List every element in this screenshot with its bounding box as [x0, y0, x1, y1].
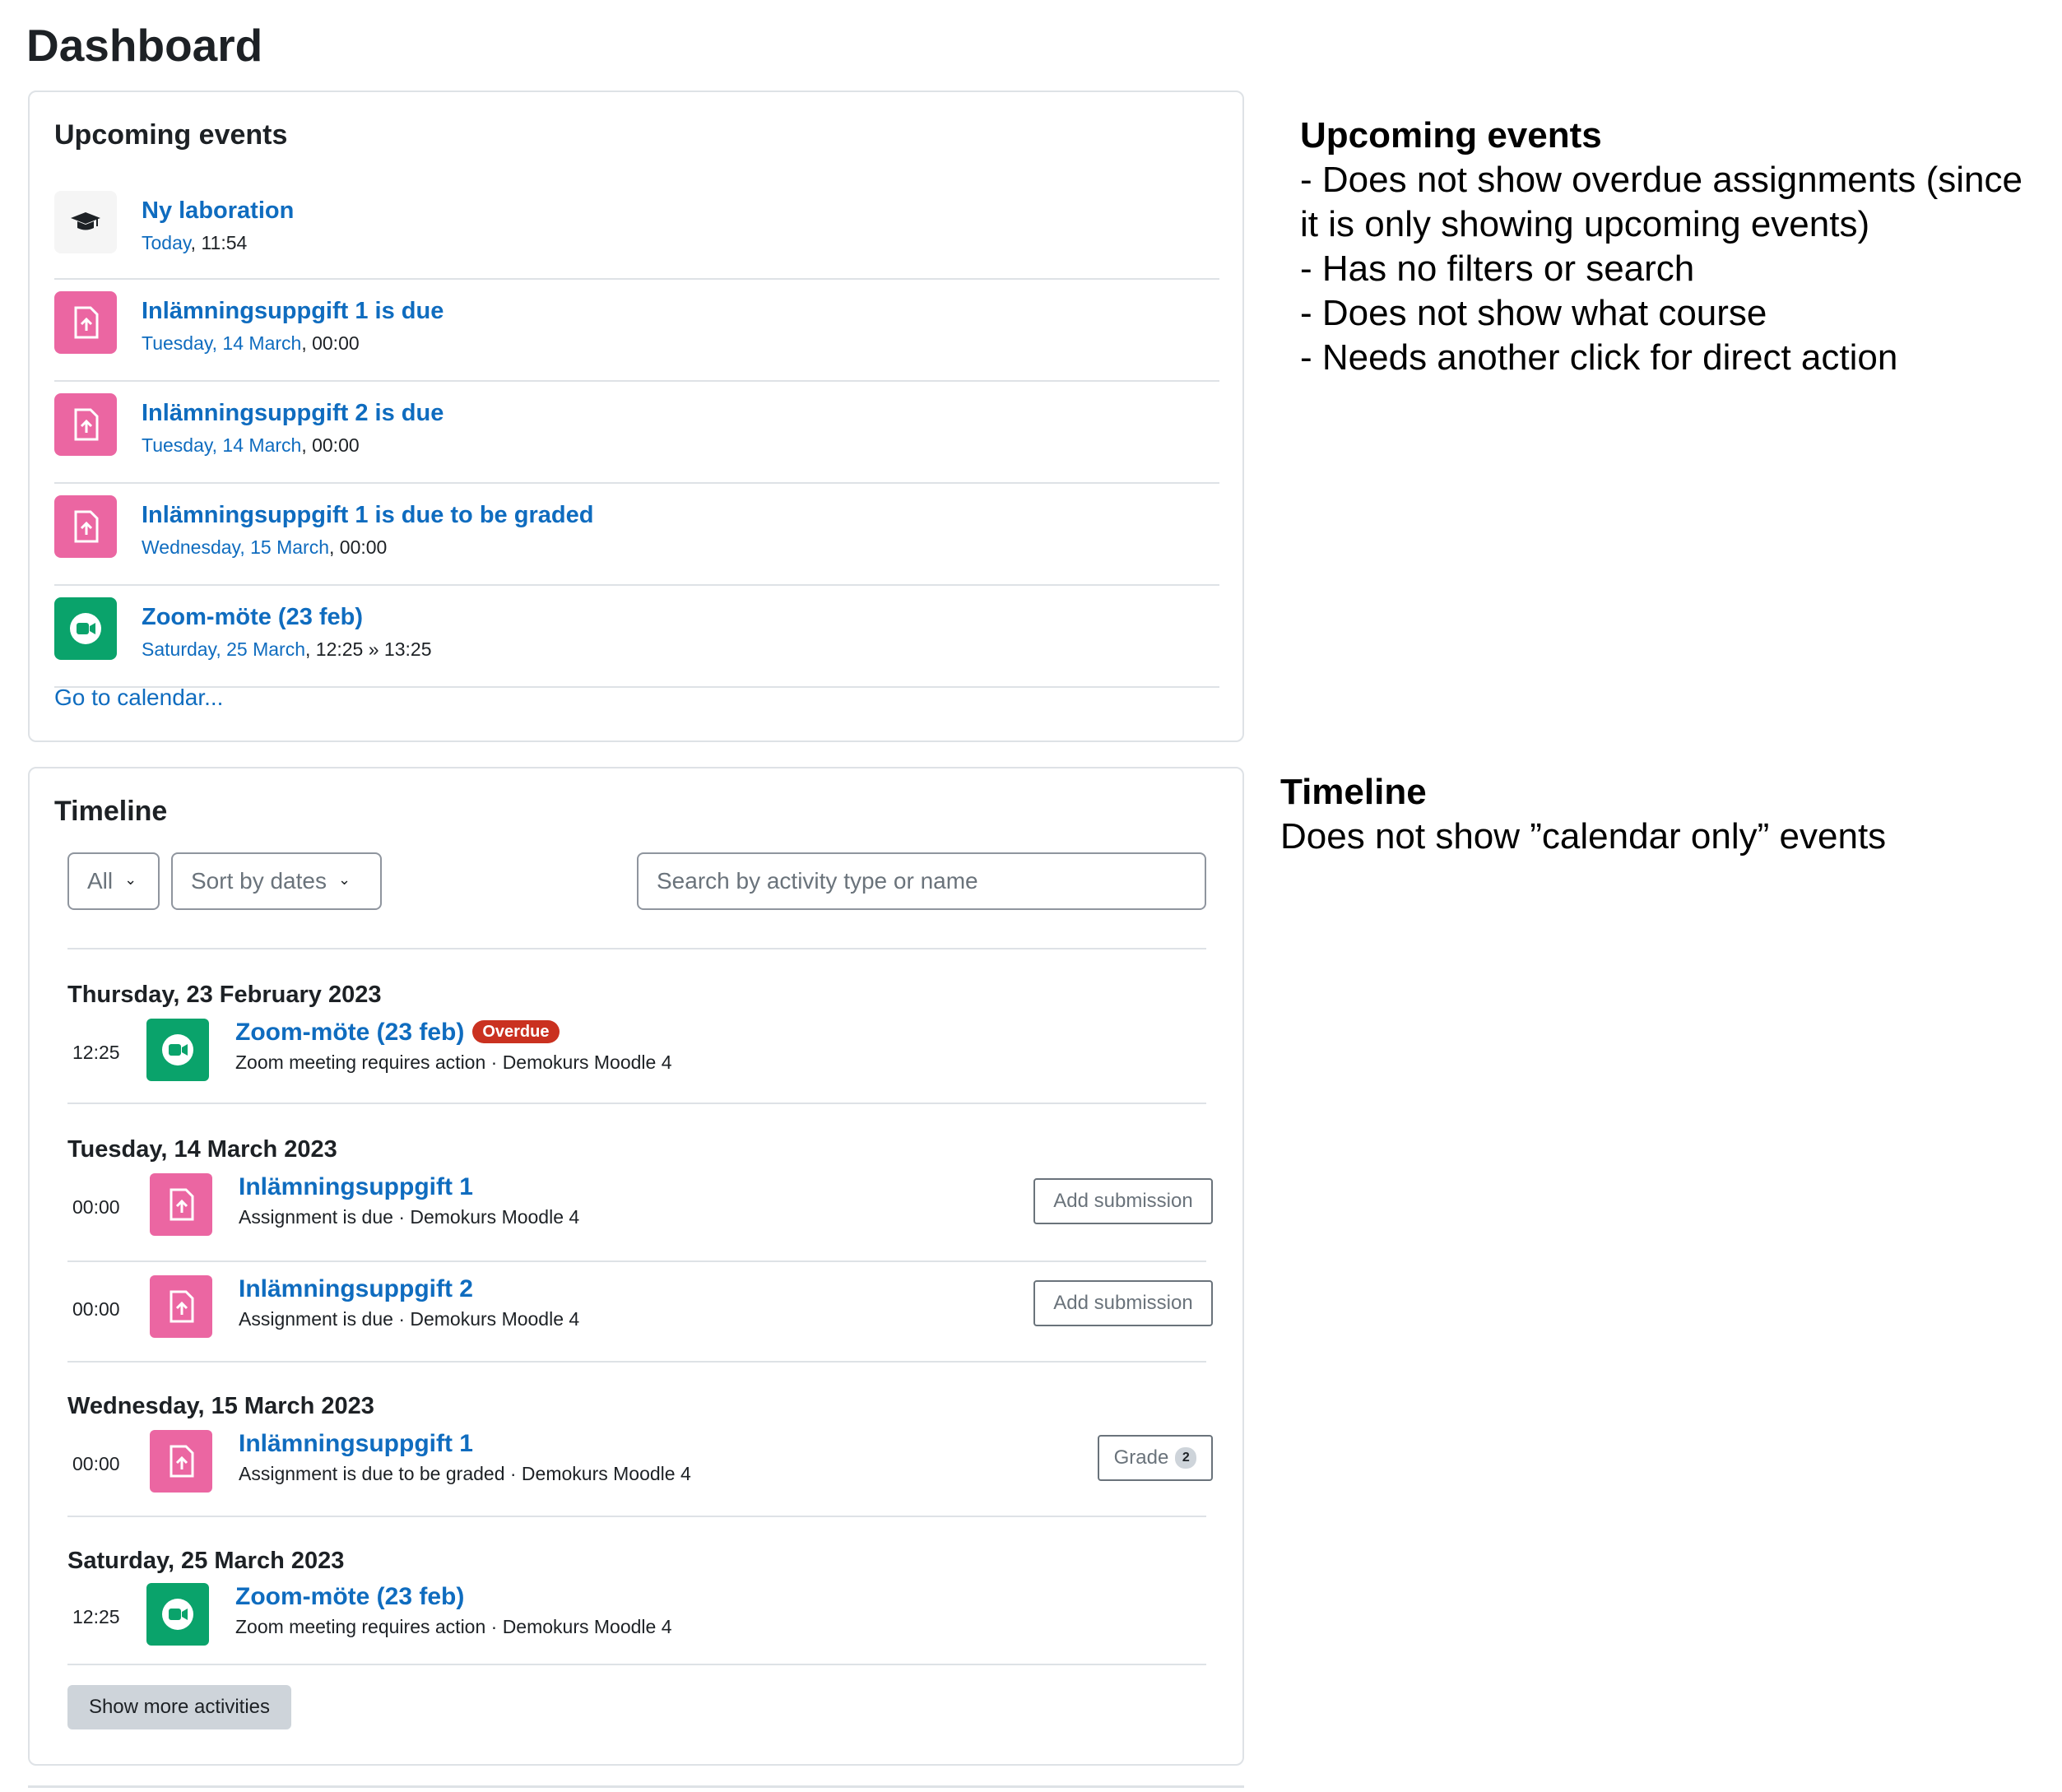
show-more-activities-button[interactable]: Show more activities — [67, 1685, 291, 1729]
upcoming-event-link[interactable]: Zoom-möte (23 feb) — [142, 602, 363, 632]
overdue-badge: Overdue — [472, 1020, 560, 1043]
upcoming-events-title: Upcoming events — [54, 119, 288, 151]
note-title: Timeline — [1280, 772, 1427, 812]
assignment-icon — [54, 495, 117, 558]
divider — [28, 1785, 1244, 1788]
timeline-date-heading: Tuesday, 14 March 2023 — [67, 1136, 337, 1163]
assignment-icon — [150, 1275, 212, 1338]
timeline-event-link[interactable]: Inlämningsuppgift 2 — [239, 1274, 473, 1305]
event-time: , 00:00 — [301, 434, 360, 456]
event-time: 00:00 — [72, 1196, 120, 1218]
upcoming-event-link[interactable]: Inlämningsuppgift 2 is due — [142, 398, 444, 428]
upcoming-event-item: Inlämningsuppgift 1 is due to be graded … — [54, 484, 1219, 586]
timeline-event-subtitle: Zoom meeting requires action · Demokurs … — [235, 1616, 672, 1637]
upcoming-event-link[interactable]: Ny laboration — [142, 196, 294, 225]
timeline-event-subtitle: Zoom meeting requires action · Demokurs … — [235, 1052, 672, 1073]
divider — [67, 1664, 1206, 1665]
upcoming-event-date: Saturday, 25 March, 12:25 » 13:25 — [142, 637, 431, 662]
timeline-event: Zoom-möte (23 feb) Overdue — [235, 1017, 560, 1048]
upcoming-event-date: Tuesday, 14 March, 00:00 — [142, 331, 360, 355]
event-time: 12:25 — [72, 1042, 120, 1063]
timeline-event-link[interactable]: Inlämningsuppgift 1 — [239, 1172, 473, 1203]
filter-dropdown[interactable]: All ⌄ — [67, 852, 160, 910]
filter-label: All — [87, 868, 114, 894]
upcoming-event-item: Inlämningsuppgift 1 is due Tuesday, 14 M… — [54, 280, 1219, 382]
assignment-icon — [54, 291, 117, 354]
zoom-icon — [146, 1019, 209, 1081]
upcoming-event-date: Today, 11:54 — [142, 230, 247, 255]
divider — [67, 1103, 1206, 1104]
upcoming-event-link[interactable]: Inlämningsuppgift 1 is due to be graded — [142, 500, 593, 530]
day-link[interactable]: Wednesday, 15 March — [142, 536, 329, 558]
grade-label: Grade — [1113, 1446, 1169, 1469]
assignment-icon — [54, 393, 117, 456]
assignment-icon — [150, 1173, 212, 1236]
event-time: 12:25 — [72, 1606, 120, 1627]
upcoming-events-note: Upcoming events - Does not show overdue … — [1300, 114, 2024, 380]
timeline-date-heading: Wednesday, 15 March 2023 — [67, 1393, 374, 1419]
upcoming-event-item: Ny laboration Today, 11:54 — [54, 179, 1219, 280]
timeline-event-subtitle: Assignment is due to be graded · Demokur… — [239, 1463, 691, 1484]
upcoming-event-link[interactable]: Inlämningsuppgift 1 is due — [142, 296, 444, 326]
page-title: Dashboard — [26, 20, 263, 71]
chevron-down-icon: ⌄ — [124, 870, 137, 888]
upcoming-event-date: Tuesday, 14 March, 00:00 — [142, 433, 360, 457]
event-time: , 11:54 — [190, 232, 248, 253]
divider — [67, 1260, 1206, 1262]
timeline-title: Timeline — [54, 796, 168, 827]
event-time: 00:00 — [72, 1298, 120, 1320]
sort-dropdown[interactable]: Sort by dates ⌄ — [171, 852, 382, 910]
timeline-date-heading: Thursday, 23 February 2023 — [67, 982, 382, 1008]
timeline-event-link[interactable]: Zoom-möte (23 feb) — [235, 1581, 464, 1613]
go-to-calendar-link[interactable]: Go to calendar... — [54, 683, 223, 713]
event-time: 00:00 — [72, 1453, 120, 1474]
divider — [67, 1516, 1206, 1517]
divider — [67, 948, 1206, 949]
day-link[interactable]: Tuesday, 14 March — [142, 332, 301, 354]
timeline-block: Timeline All ⌄ Sort by dates ⌄ Thursday, 2… — [28, 767, 1244, 1766]
note-title: Upcoming events — [1300, 115, 1602, 156]
upcoming-event-date: Wednesday, 15 March, 00:00 — [142, 535, 387, 559]
upcoming-event-item: Zoom-möte (23 feb) Saturday, 25 March, 1… — [54, 586, 1219, 688]
upcoming-events-block: Upcoming events Ny laboration Today, 11:… — [28, 91, 1244, 742]
day-link[interactable]: Today — [142, 232, 191, 253]
timeline-event-link[interactable]: Inlämningsuppgift 1 — [239, 1428, 473, 1460]
upcoming-event-item: Inlämningsuppgift 2 is due Tuesday, 14 M… — [54, 382, 1219, 484]
day-link[interactable]: Tuesday, 14 March — [142, 434, 301, 456]
timeline-note: Timeline Does not show ”calendar only” e… — [1280, 770, 2021, 859]
divider — [67, 1361, 1206, 1363]
event-time: , 00:00 — [301, 332, 360, 354]
sort-label: Sort by dates — [191, 868, 327, 894]
search-input[interactable] — [637, 852, 1206, 910]
timeline-event-subtitle: Assignment is due · Demokurs Moodle 4 — [239, 1308, 580, 1330]
note-line: - Needs another click for direct action — [1300, 337, 1898, 378]
event-time: , 12:25 » 13:25 — [305, 638, 432, 660]
grade-button[interactable]: Grade 2 — [1098, 1435, 1213, 1481]
note-line: - Has no filters or search — [1300, 248, 1695, 289]
timeline-date-heading: Saturday, 25 March 2023 — [67, 1548, 345, 1574]
zoom-icon — [146, 1583, 209, 1646]
graduation-cap-icon — [54, 191, 117, 253]
assignment-icon — [150, 1430, 212, 1493]
add-submission-button[interactable]: Add submission — [1033, 1280, 1213, 1326]
add-submission-button[interactable]: Add submission — [1033, 1178, 1213, 1224]
timeline-event-subtitle: Assignment is due · Demokurs Moodle 4 — [239, 1206, 580, 1228]
note-line: - Does not show what course — [1300, 293, 1767, 333]
chevron-down-icon: ⌄ — [337, 870, 351, 888]
note-line: Does not show ”calendar only” events — [1280, 816, 1887, 857]
zoom-icon — [54, 597, 117, 660]
day-link[interactable]: Saturday, 25 March — [142, 638, 305, 660]
note-line: - Does not show overdue assignments (sin… — [1300, 160, 2023, 244]
event-time: , 00:00 — [329, 536, 388, 558]
timeline-event-link[interactable]: Zoom-möte (23 feb) — [235, 1019, 464, 1046]
needs-grading-count: 2 — [1175, 1447, 1197, 1469]
